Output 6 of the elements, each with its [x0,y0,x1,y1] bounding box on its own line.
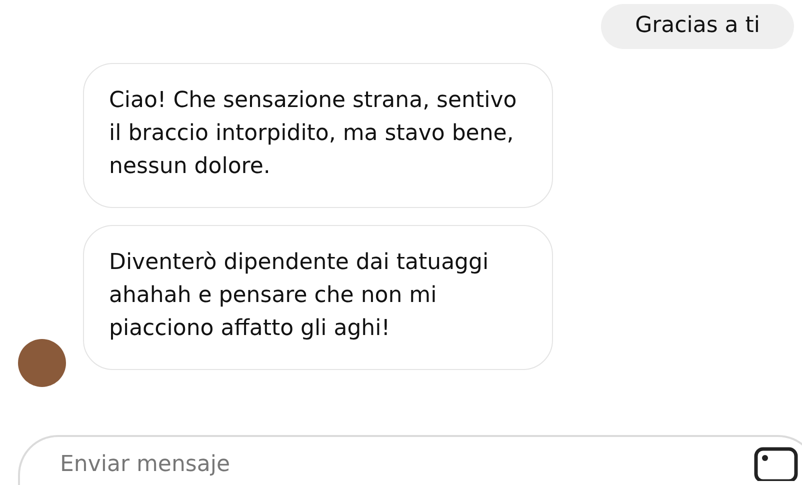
message-input[interactable]: Enviar mensaje [18,435,802,485]
sent-message: Gracias a ti [601,4,794,49]
input-placeholder: Enviar mensaje [60,452,230,476]
image-icon[interactable] [754,447,798,481]
received-message: Diventerò dipendente dai tatuaggi ahahah e pensare che non mi piacciono affatto gli aghi! [83,225,553,370]
received-message: Ciao! Che sensazione strana, sentivo il braccio intorpidito, ma stavo bene, nessun dolore. [83,63,553,208]
